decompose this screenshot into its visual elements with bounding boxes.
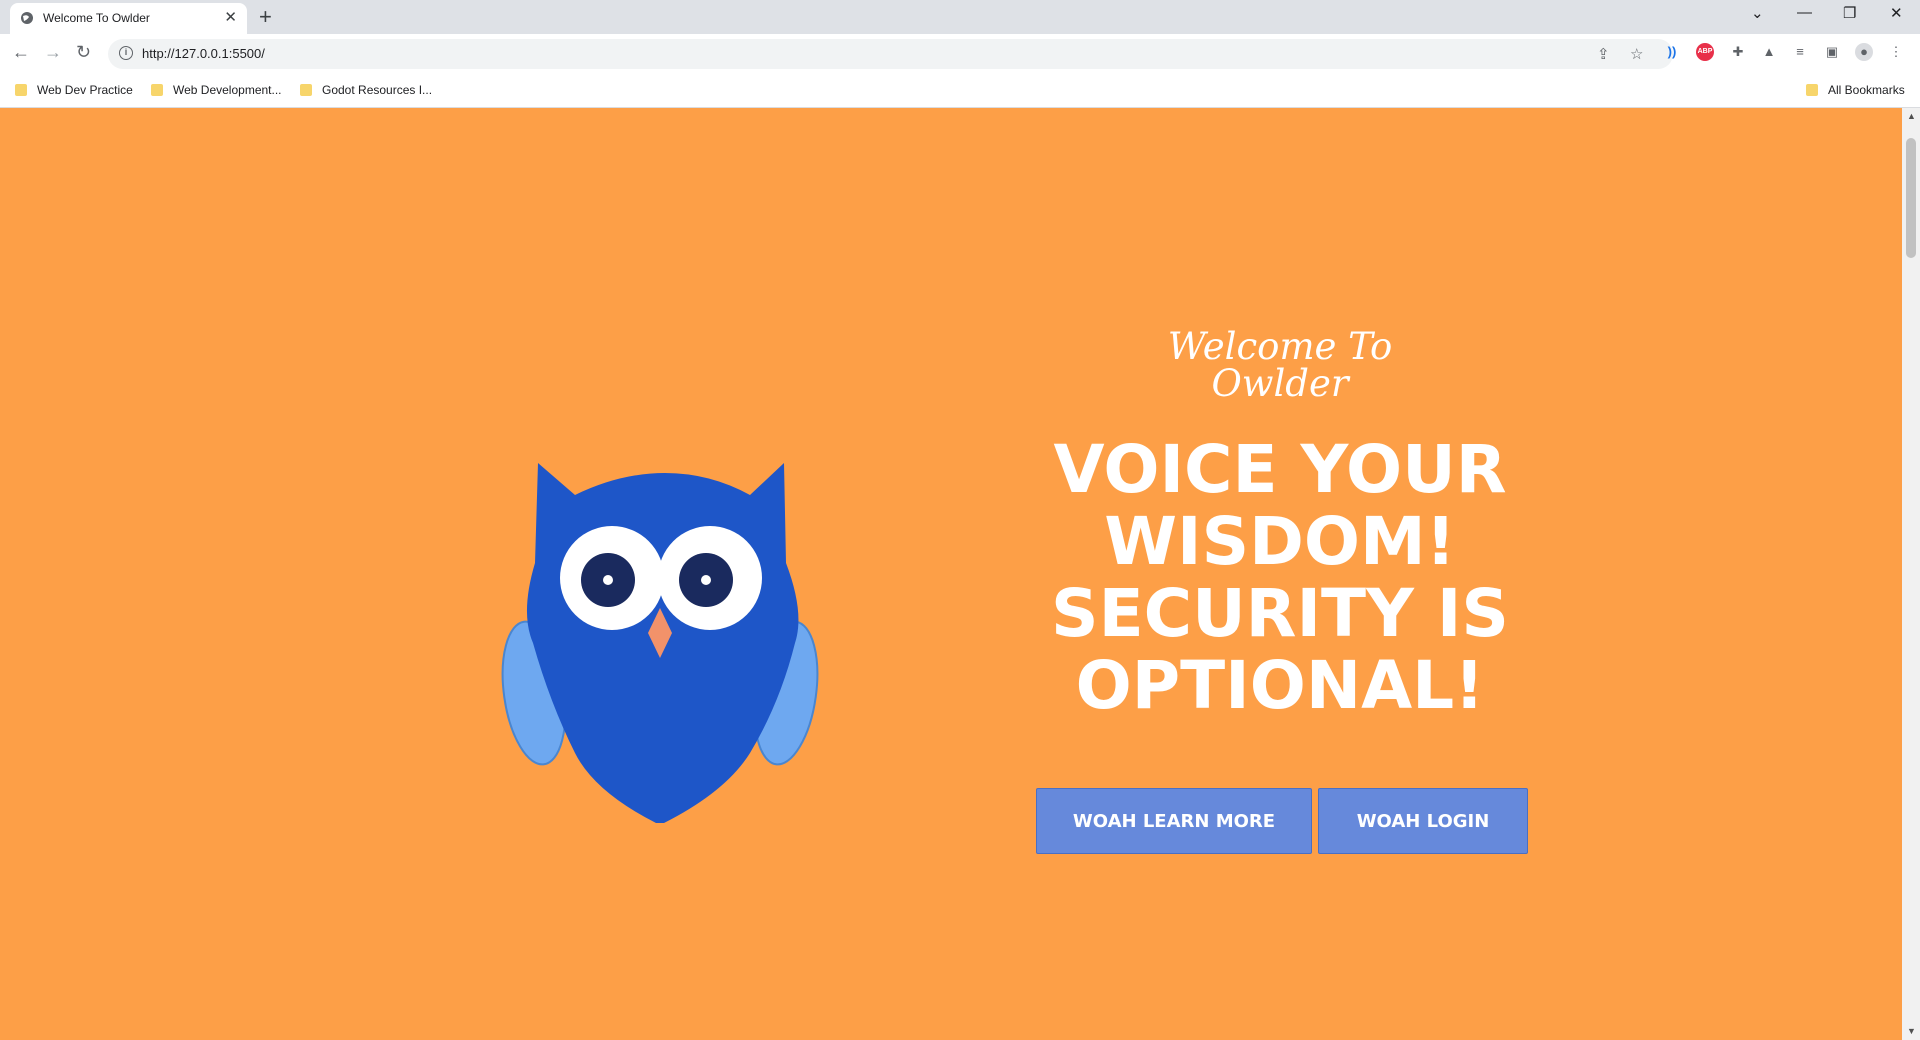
- folder-icon: [300, 84, 312, 96]
- abp-icon[interactable]: ABP: [1696, 43, 1714, 61]
- headline-line: SECURITY IS: [1051, 575, 1509, 652]
- page-scrollbar[interactable]: ▲ ▼: [1902, 108, 1920, 1040]
- all-bookmarks-label: All Bookmarks: [1828, 83, 1905, 97]
- bookmark-star-icon[interactable]: ☆: [1630, 45, 1643, 63]
- headline-line: VOICE YOUR: [1053, 431, 1507, 508]
- back-icon[interactable]: ←: [12, 42, 30, 63]
- owl-logo-icon: [501, 463, 819, 823]
- scroll-up-icon[interactable]: ▲: [1907, 111, 1916, 121]
- restore-button[interactable]: ❐: [1843, 4, 1856, 22]
- minimize-button[interactable]: —: [1797, 4, 1812, 21]
- globe-icon: [21, 12, 33, 24]
- bookmark-folder[interactable]: Godot Resources I...: [300, 83, 432, 97]
- folder-icon: [151, 84, 163, 96]
- puzzle-icon[interactable]: ✚: [1729, 43, 1747, 61]
- page-viewport: Welcome To Owlder VOICE YOUR WISDOM! SEC…: [0, 108, 1902, 1040]
- headline: VOICE YOUR WISDOM! SECURITY IS OPTIONAL!: [1000, 434, 1560, 722]
- site-info-icon[interactable]: i: [119, 46, 133, 60]
- media-icon[interactable]: ≡: [1791, 43, 1809, 61]
- share-icon[interactable]: ⇪: [1597, 45, 1610, 63]
- bookmark-label: Web Dev Practice: [37, 83, 133, 97]
- hero-section: Welcome To Owlder VOICE YOUR WISDOM! SEC…: [1000, 328, 1560, 722]
- reload-icon[interactable]: ↻: [76, 42, 91, 63]
- bookmark-folder[interactable]: Web Dev Practice: [15, 83, 133, 97]
- login-button[interactable]: WOAH LOGIN: [1318, 788, 1528, 854]
- browser-tab[interactable]: Welcome To Owlder ✕: [10, 3, 247, 34]
- folder-icon: [1806, 84, 1818, 96]
- bookmarks-bar: Web Dev Practice Web Development... Godo…: [0, 74, 1920, 108]
- scroll-thumb[interactable]: [1906, 138, 1916, 258]
- sidepanel-icon[interactable]: ▣: [1823, 43, 1841, 61]
- bookmark-label: Web Development...: [173, 83, 282, 97]
- tab-bar: Welcome To Owlder ✕ + ⌄ — ❐ ✕: [0, 0, 1920, 34]
- learn-more-button[interactable]: WOAH LEARN MORE: [1036, 788, 1312, 854]
- scroll-down-icon[interactable]: ▼: [1907, 1026, 1916, 1036]
- read-aloud-icon[interactable]: )): [1663, 43, 1681, 61]
- close-window-button[interactable]: ✕: [1890, 4, 1903, 22]
- profile-icon[interactable]: ●: [1855, 43, 1873, 61]
- welcome-heading: Welcome To Owlder: [1167, 325, 1393, 405]
- new-tab-button[interactable]: +: [259, 4, 272, 30]
- forward-icon[interactable]: →: [44, 42, 62, 63]
- tab-title: Welcome To Owlder: [43, 11, 150, 25]
- headline-line: OPTIONAL!: [1075, 647, 1485, 724]
- headline-line: WISDOM!: [1104, 503, 1456, 580]
- folder-icon: [15, 84, 27, 96]
- tab-search-icon[interactable]: ⌄: [1751, 4, 1764, 22]
- bookmark-folder[interactable]: Web Development...: [151, 83, 282, 97]
- url-text[interactable]: http://127.0.0.1:5500/: [142, 46, 265, 61]
- menu-icon[interactable]: ⋮: [1887, 43, 1905, 61]
- flask-icon[interactable]: ▲: [1760, 43, 1778, 61]
- browser-toolbar: ← → ↻ i http://127.0.0.1:5500/ ⇪ ☆ )) AB…: [0, 34, 1920, 74]
- tab-close-icon[interactable]: ✕: [224, 8, 237, 26]
- address-bar[interactable]: i http://127.0.0.1:5500/ ⇪ ☆: [108, 39, 1673, 69]
- all-bookmarks[interactable]: All Bookmarks: [1806, 83, 1905, 97]
- bookmark-label: Godot Resources I...: [322, 83, 433, 97]
